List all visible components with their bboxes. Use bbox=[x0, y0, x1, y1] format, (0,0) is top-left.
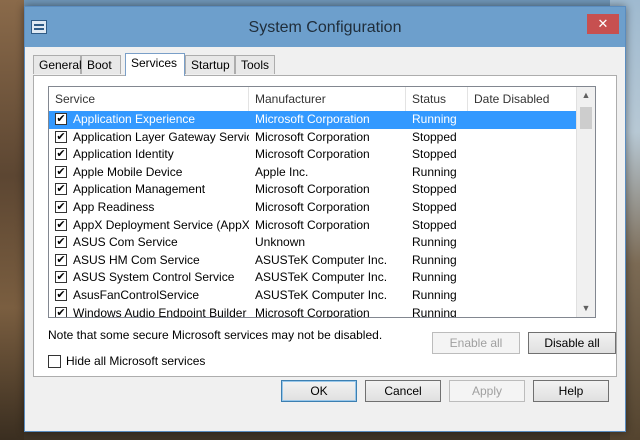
service-name: Application Identity bbox=[73, 147, 174, 162]
service-status: Running bbox=[412, 112, 457, 126]
column-header-manufacturer[interactable]: Manufacturer bbox=[249, 87, 406, 111]
ok-button[interactable]: OK bbox=[281, 380, 357, 402]
service-manufacturer: Microsoft Corporation bbox=[255, 129, 370, 144]
cancel-button[interactable]: Cancel bbox=[365, 380, 441, 402]
apply-button[interactable]: Apply bbox=[449, 380, 525, 402]
table-row[interactable]: ✔ Apple Mobile Device Apple Inc. Running bbox=[49, 164, 577, 182]
service-status: Running bbox=[412, 164, 457, 179]
vertical-scrollbar[interactable]: ▲ ▼ bbox=[576, 87, 595, 317]
service-enabled-checkbox[interactable]: ✔ bbox=[55, 253, 67, 266]
service-enabled-checkbox[interactable]: ✔ bbox=[55, 288, 67, 301]
service-enabled-checkbox[interactable]: ✔ bbox=[55, 271, 67, 284]
tab-services[interactable]: Services bbox=[125, 53, 185, 76]
hide-microsoft-services-label[interactable]: Hide all Microsoft services bbox=[66, 354, 205, 368]
desktop-background-left bbox=[0, 0, 24, 440]
service-status: Stopped bbox=[412, 129, 457, 144]
service-enabled-checkbox[interactable]: ✔ bbox=[55, 218, 67, 231]
column-header-row: Service Manufacturer Status Date Disable… bbox=[49, 87, 577, 112]
hide-microsoft-services-checkbox[interactable] bbox=[48, 355, 61, 368]
service-manufacturer: Microsoft Corporation bbox=[255, 112, 370, 126]
table-row[interactable]: ✔ ASUS System Control Service ASUSTeK Comp… bbox=[49, 269, 577, 287]
disable-all-button[interactable]: Disable all bbox=[528, 332, 616, 354]
service-name: ASUS System Control Service bbox=[73, 270, 235, 285]
service-status: Running bbox=[412, 287, 457, 302]
scrollbar-thumb[interactable] bbox=[580, 107, 592, 129]
service-enabled-checkbox[interactable]: ✔ bbox=[55, 236, 67, 249]
service-manufacturer: Unknown bbox=[255, 235, 306, 250]
help-button[interactable]: Help bbox=[533, 380, 609, 402]
service-rows: ✔ Application Experience Microsoft Corpora… bbox=[49, 111, 577, 318]
table-row[interactable]: ✔ Application Management Microsoft Corpora… bbox=[49, 181, 577, 199]
table-row[interactable]: ✔ Application Layer Gateway Service Micros… bbox=[49, 129, 577, 147]
table-row[interactable]: ✔ Application Identity Microsoft Corporati… bbox=[49, 146, 577, 164]
service-manufacturer: Microsoft Corporation bbox=[255, 305, 370, 318]
tab-boot[interactable]: Boot bbox=[81, 55, 121, 74]
service-manufacturer: Microsoft Corporation bbox=[255, 182, 370, 197]
service-name: AppX Deployment Service (AppX... bbox=[73, 217, 249, 232]
service-name: AsusFanControlService bbox=[73, 287, 200, 302]
services-list[interactable]: Service Manufacturer Status Date Disable… bbox=[48, 86, 596, 318]
table-row[interactable]: ✔ App Readiness Microsoft Corporation Stopp… bbox=[49, 199, 577, 217]
tab-general[interactable]: General bbox=[33, 55, 82, 74]
service-status: Stopped bbox=[412, 182, 457, 197]
service-status: Running bbox=[412, 252, 457, 267]
service-enabled-checkbox[interactable]: ✔ bbox=[55, 200, 67, 213]
table-row[interactable]: ✔ ASUS HM Com Service ASUSTeK Computer Inc… bbox=[49, 252, 577, 270]
table-row[interactable]: ✔ Windows Audio Endpoint Builder Microsoft… bbox=[49, 305, 577, 318]
column-header-service[interactable]: Service bbox=[49, 87, 249, 111]
service-manufacturer: Apple Inc. bbox=[255, 164, 309, 179]
table-row[interactable]: ✔ AppX Deployment Service (AppX... Microso… bbox=[49, 217, 577, 235]
service-name: App Readiness bbox=[73, 199, 155, 214]
enable-all-button[interactable]: Enable all bbox=[432, 332, 520, 354]
service-enabled-checkbox[interactable]: ✔ bbox=[55, 306, 67, 317]
service-enabled-checkbox[interactable]: ✔ bbox=[55, 148, 67, 161]
secure-services-note: Note that some secure Microsoft services… bbox=[48, 328, 383, 342]
tab-tools[interactable]: Tools bbox=[235, 55, 275, 74]
service-manufacturer: ASUSTeK Computer Inc. bbox=[255, 252, 388, 267]
service-manufacturer: Microsoft Corporation bbox=[255, 199, 370, 214]
service-status: Running bbox=[412, 235, 457, 250]
service-status: Stopped bbox=[412, 199, 457, 214]
service-manufacturer: Microsoft Corporation bbox=[255, 217, 370, 232]
service-enabled-checkbox[interactable]: ✔ bbox=[55, 130, 67, 143]
service-enabled-checkbox[interactable]: ✔ bbox=[55, 165, 67, 178]
service-status: Stopped bbox=[412, 147, 457, 162]
table-row[interactable]: ✔ AsusFanControlService ASUSTeK Computer I… bbox=[49, 287, 577, 305]
table-row[interactable]: ✔ Application Experience Microsoft Corpora… bbox=[49, 111, 577, 129]
service-name: ASUS Com Service bbox=[73, 235, 178, 250]
scroll-down-arrow-icon[interactable]: ▼ bbox=[577, 300, 595, 317]
scroll-up-arrow-icon[interactable]: ▲ bbox=[577, 87, 595, 104]
service-status: Running bbox=[412, 305, 457, 318]
service-manufacturer: ASUSTeK Computer Inc. bbox=[255, 270, 388, 285]
column-header-status[interactable]: Status bbox=[406, 87, 468, 111]
service-manufacturer: Microsoft Corporation bbox=[255, 147, 370, 162]
service-name: Application Experience bbox=[73, 112, 196, 126]
service-status: Running bbox=[412, 270, 457, 285]
service-name: ASUS HM Com Service bbox=[73, 252, 200, 267]
close-button[interactable]: ✕ bbox=[587, 14, 619, 34]
column-header-date-disabled[interactable]: Date Disabled bbox=[468, 87, 577, 111]
service-name: Windows Audio Endpoint Builder bbox=[73, 305, 247, 318]
service-manufacturer: ASUSTeK Computer Inc. bbox=[255, 287, 388, 302]
system-configuration-window: System Configuration ✕ General Boot Serv… bbox=[24, 6, 626, 432]
tab-startup[interactable]: Startup bbox=[185, 55, 235, 74]
services-panel: Service Manufacturer Status Date Disable… bbox=[33, 75, 617, 377]
service-name: Application Management bbox=[73, 182, 206, 197]
service-name: Apple Mobile Device bbox=[73, 164, 183, 179]
service-enabled-checkbox[interactable]: ✔ bbox=[55, 113, 67, 125]
table-row[interactable]: ✔ ASUS Com Service Unknown Running bbox=[49, 234, 577, 252]
title-bar[interactable]: System Configuration ✕ bbox=[25, 7, 625, 47]
service-name: Application Layer Gateway Service bbox=[73, 129, 249, 144]
window-title: System Configuration bbox=[248, 19, 402, 36]
service-enabled-checkbox[interactable]: ✔ bbox=[55, 183, 67, 196]
service-status: Stopped bbox=[412, 217, 457, 232]
